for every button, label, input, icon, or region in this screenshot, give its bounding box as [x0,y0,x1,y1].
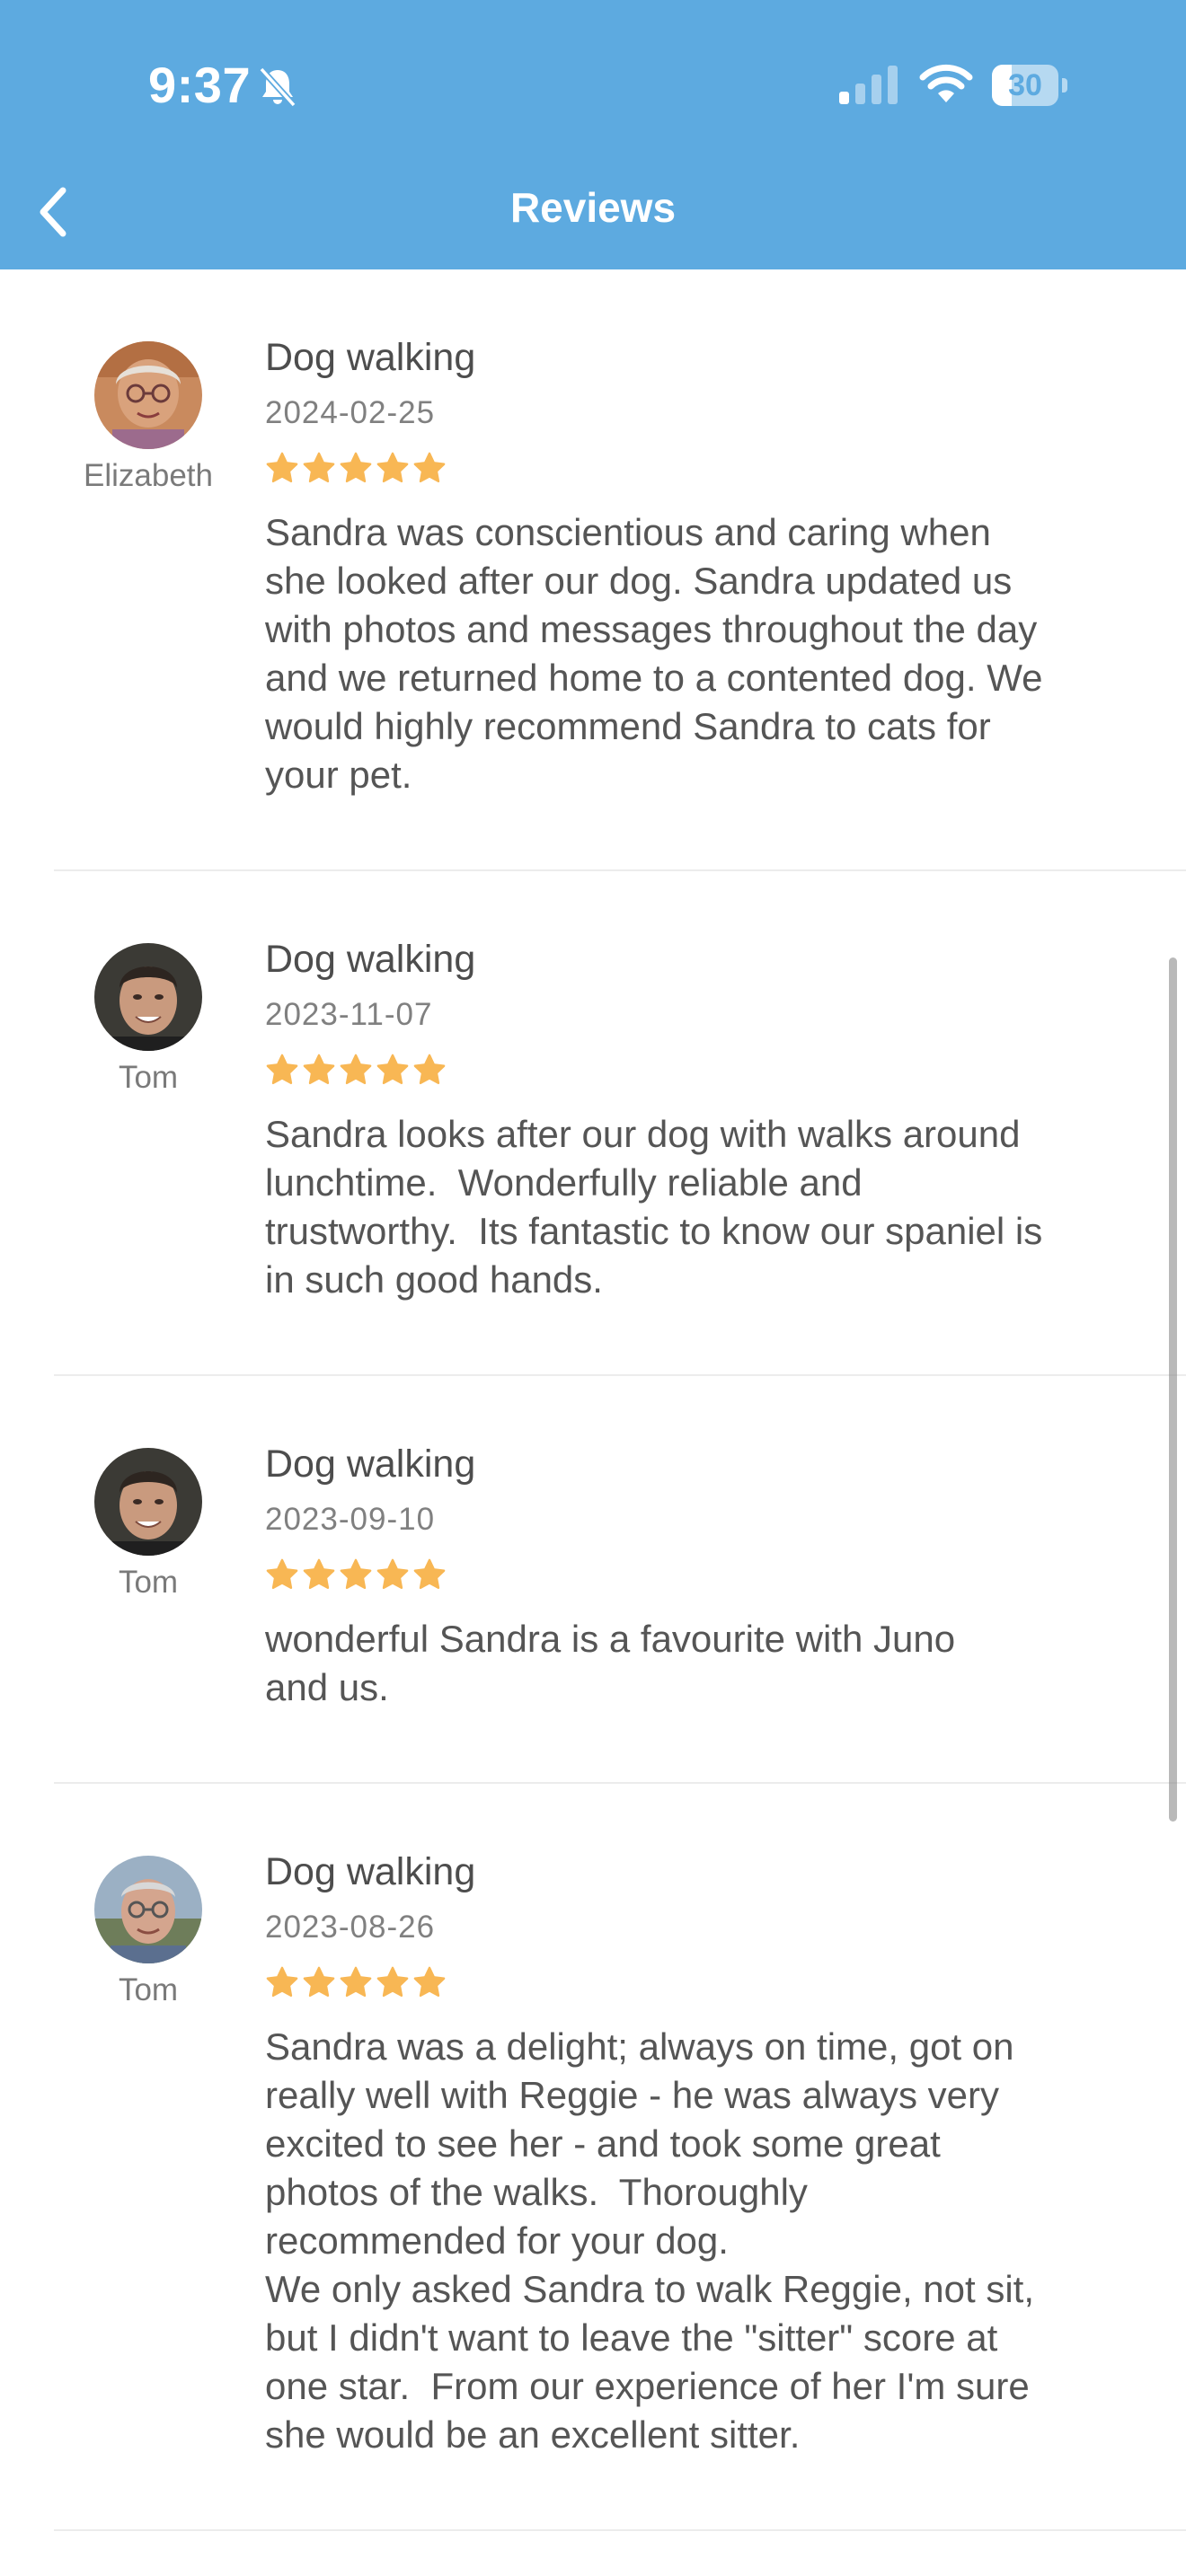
star-icon [376,1966,409,1998]
reviewer-name: Tom [118,1565,179,1600]
reviewer-name: Elizabeth [84,458,213,493]
star-icon [303,1054,335,1085]
battery-body: 30 [992,65,1058,106]
review-date: 2023-09-10 [265,1502,436,1537]
star-icon [413,1558,446,1590]
star-rating [265,451,1141,487]
avatar[interactable] [94,1448,202,1556]
review-text: Sandra was conscientious and caring when… [265,511,1043,796]
scrollbar[interactable] [1169,957,1177,1822]
avatar[interactable] [94,1856,202,1963]
star-icon [413,452,446,483]
star-icon [303,1558,335,1590]
review-item: Tom Dog walking 2023-11-07 Sandra looks … [54,871,1186,1376]
review-item: Tom Dog walking 2023-09-10 wonderful San… [54,1376,1186,1784]
star-rating [265,1053,1141,1089]
star-icon [266,1558,298,1590]
star-icon [340,452,372,483]
battery-level: 30 [1008,68,1042,102]
reviewer[interactable]: Tom [54,943,243,1096]
review-date: 2023-08-26 [265,1910,436,1945]
star-rating [265,1557,1141,1593]
star-icon [266,452,298,483]
star-icon [413,1966,446,1998]
review-item: Elizabeth Dog walking 2024-02-25 Sandra … [54,269,1186,871]
review-service: Dog walking [265,938,476,981]
bell-slash-icon [259,66,296,108]
status-time: 9:37 [148,57,252,113]
cellular-signal-icon [839,66,898,104]
battery-indicator: 30 [992,65,1069,106]
page-title: Reviews [509,184,677,231]
review-text: wonderful Sandra is a favourite with Jun… [265,1618,956,1708]
review-date: 2023-11-07 [265,997,433,1032]
review-body: Dog walking 2023-11-07 Sandra looks afte… [265,871,1186,1374]
reviewer-name: Tom [118,1972,179,2007]
star-icon [413,1054,446,1085]
star-icon [303,452,335,483]
app-header: 9:37 30 Reviews [0,0,1186,269]
avatar[interactable] [94,341,202,449]
review-service: Dog walking [265,336,476,379]
review-list[interactable]: Elizabeth Dog walking 2024-02-25 Sandra … [0,269,1186,2531]
star-icon [340,1558,372,1590]
review-body: Dog walking 2023-08-26 Sandra was a deli… [265,1784,1186,2529]
review-text: Sandra was a delight; always on time, go… [265,2025,1035,2456]
star-rating [265,1965,1141,2001]
reviewer-name: Tom [118,1060,179,1095]
review-service: Dog walking [265,1442,476,1486]
avatar[interactable] [94,943,202,1051]
star-icon [340,1966,372,1998]
star-icon [376,1054,409,1085]
review-item: Tom Dog walking 2023-08-26 Sandra was a … [54,1784,1186,2531]
wifi-icon [919,64,973,102]
reviewer[interactable]: Tom [54,1856,243,2008]
reviewer[interactable]: Elizabeth [54,341,243,494]
star-icon [340,1054,372,1085]
star-icon [376,1558,409,1590]
star-icon [303,1966,335,1998]
battery-cap [1062,78,1067,93]
star-icon [266,1966,298,1998]
review-service: Dog walking [265,1850,476,1893]
review-body: Dog walking 2023-09-10 wonderful Sandra … [265,1376,1186,1782]
review-text: Sandra looks after our dog with walks ar… [265,1113,1043,1301]
reviewer[interactable]: Tom [54,1448,243,1601]
review-date: 2024-02-25 [265,395,436,430]
review-body: Dog walking 2024-02-25 Sandra was consci… [265,269,1186,869]
star-icon [266,1054,298,1085]
star-icon [376,452,409,483]
